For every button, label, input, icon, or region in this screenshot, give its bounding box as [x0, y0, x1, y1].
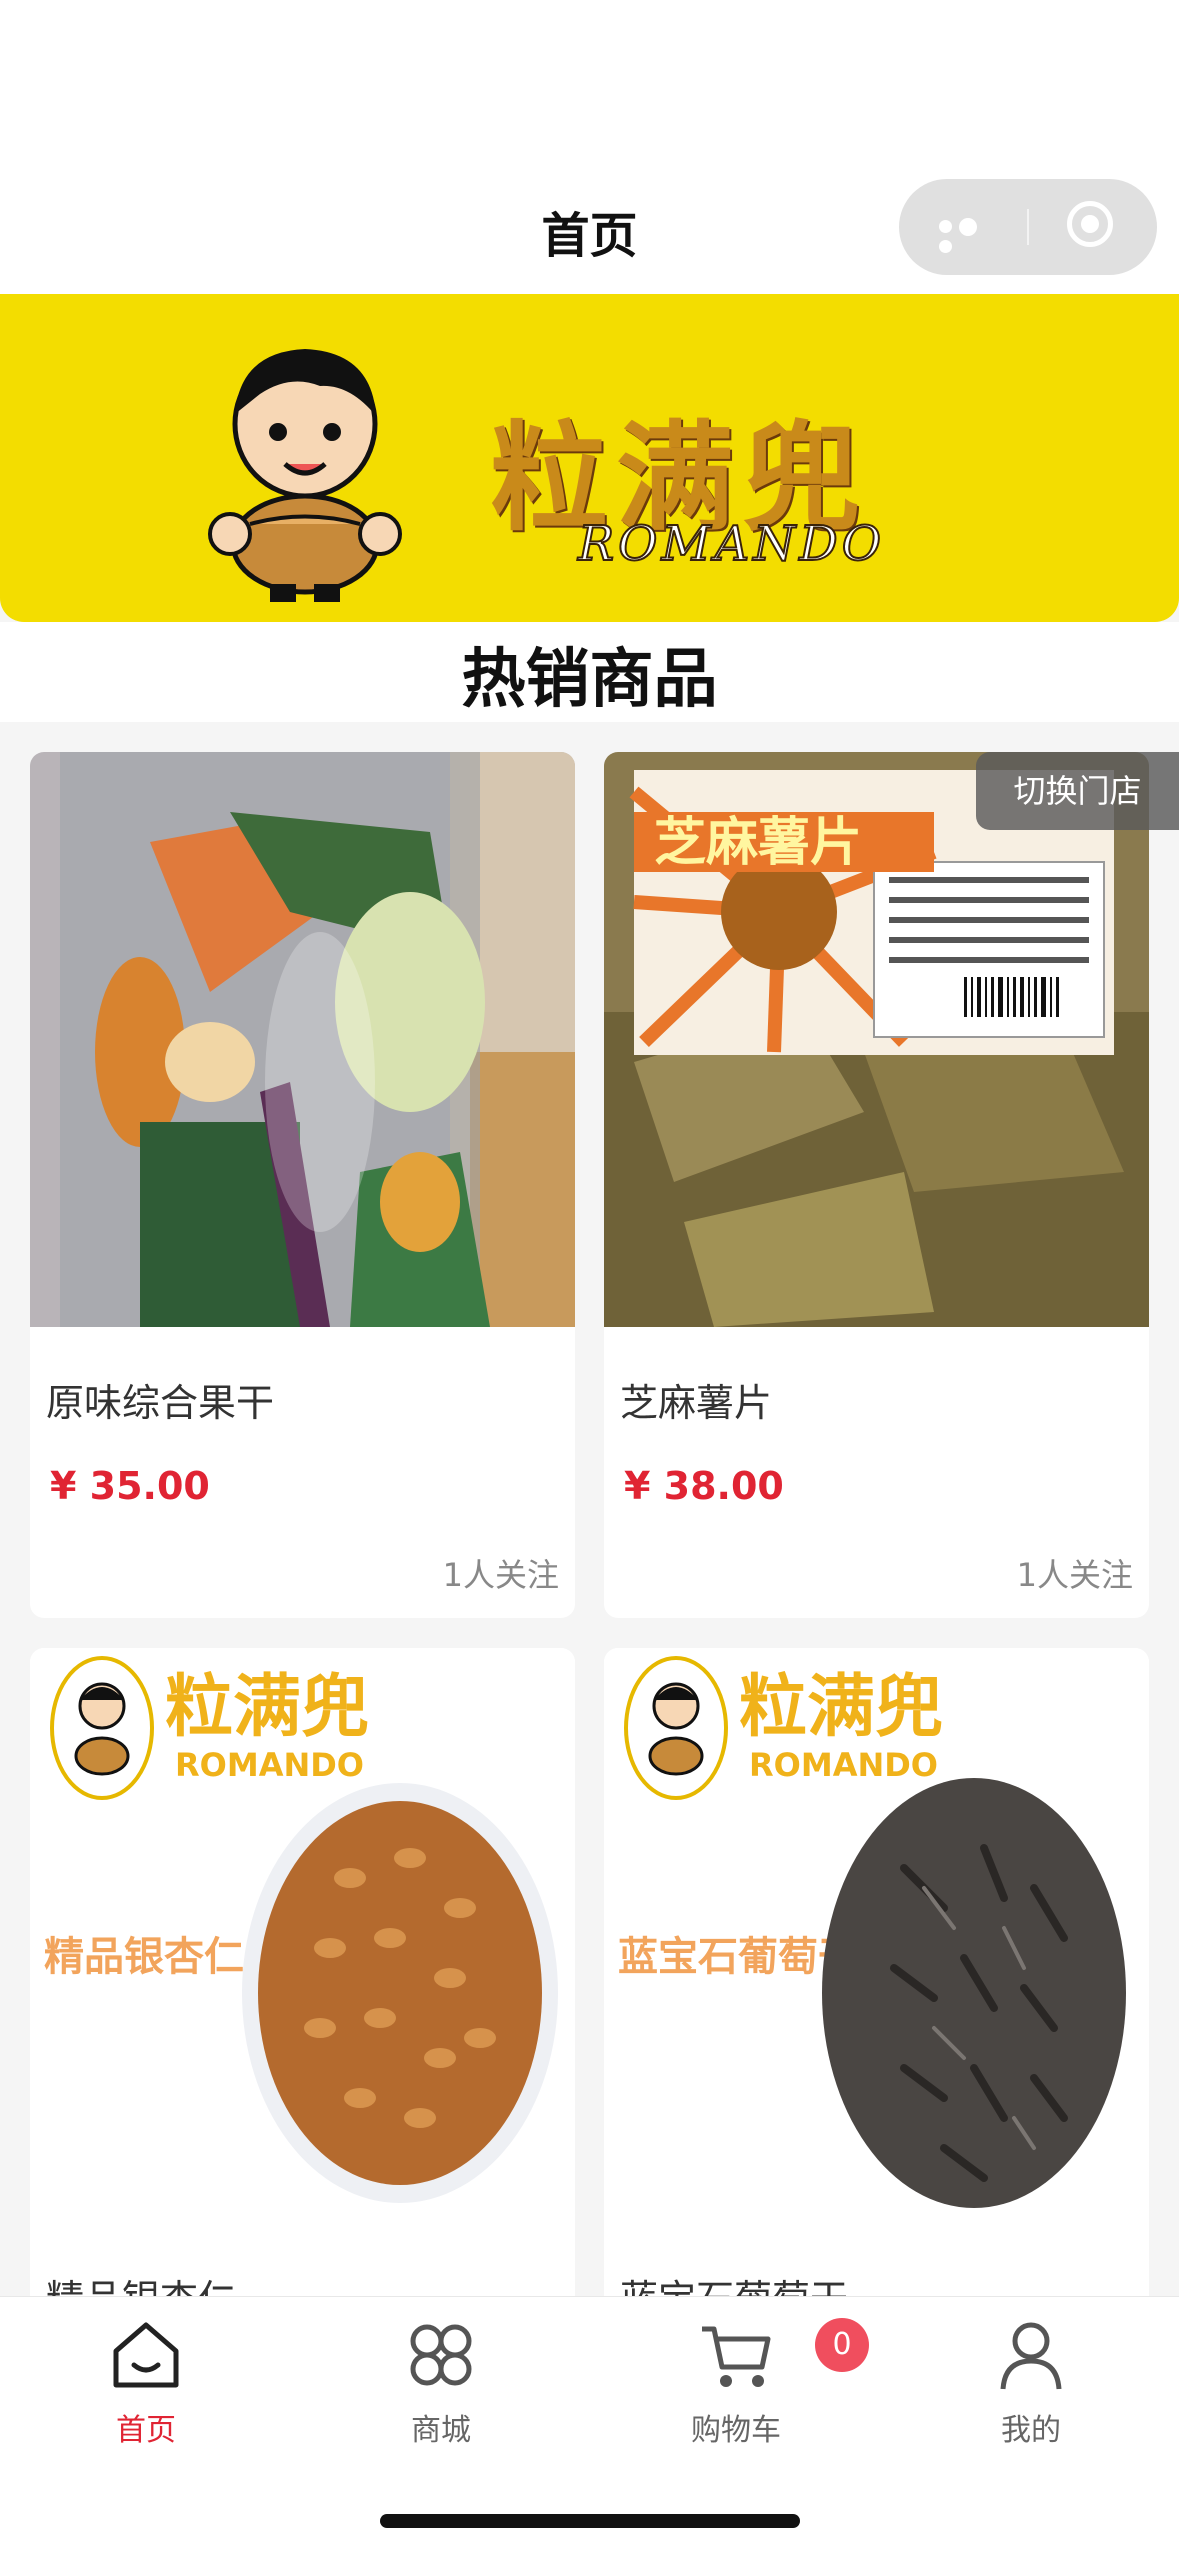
product-image [30, 752, 575, 1327]
product-image: 芝麻薯片 [604, 752, 1149, 1327]
tab-home[interactable]: 首页 [56, 2315, 236, 2465]
more-icon[interactable] [939, 216, 997, 253]
image-caption: 蓝宝石葡萄干 [618, 1934, 858, 1980]
package-text: 芝麻薯片 [654, 813, 862, 873]
product-followers: 1人关注 [442, 1556, 559, 1594]
tab-label: 购物车 [691, 2413, 781, 2448]
tab-mine[interactable]: 我的 [941, 2315, 1121, 2465]
product-name: 原味综合果干 [46, 1381, 275, 1425]
product-image: 粒满兜 ROMANDO 蓝宝石葡萄干 [604, 1648, 1149, 2223]
user-icon [1000, 2322, 1062, 2390]
mini-program-capsule[interactable] [899, 179, 1157, 275]
brand-banner[interactable]: 粒满兜 ROMANDO [0, 294, 1179, 622]
tab-label: 首页 [116, 2413, 176, 2448]
switch-store-button[interactable]: 切换门店 [976, 752, 1179, 830]
product-price: ¥ 38.00 [624, 1464, 784, 1508]
close-target-icon[interactable] [1067, 201, 1113, 247]
image-brand-latin: ROMANDO [175, 1746, 364, 1784]
brand-latin: ROMANDO [577, 515, 886, 573]
image-caption: 精品银杏仁 [44, 1934, 244, 1980]
image-brand-latin: ROMANDO [749, 1746, 938, 1784]
image-brand-text: 粒满兜 [165, 1667, 369, 1747]
cart-badge: 0 [815, 2318, 869, 2372]
home-icon [113, 2322, 179, 2388]
product-image: 粒满兜 ROMANDO 精品银杏仁 [30, 1648, 575, 2223]
tab-label: 商城 [411, 2413, 471, 2448]
tab-cart[interactable]: 购物车 [646, 2315, 826, 2465]
tab-mall[interactable]: 商城 [351, 2315, 531, 2465]
home-indicator [380, 2514, 800, 2528]
hot-products-header: 热销商品 [0, 622, 1179, 722]
nav-header: 首页 [0, 0, 1179, 294]
mascot-logo [208, 349, 402, 602]
cart-icon [702, 2326, 771, 2387]
product-card[interactable]: 芝麻薯片 芝麻薯片 ¥ 38.00 1人关注 [604, 752, 1149, 1618]
product-name: 芝麻薯片 [620, 1381, 773, 1425]
grid-icon [410, 2324, 472, 2386]
image-brand-text: 粒满兜 [739, 1667, 943, 1747]
capsule-divider [1027, 209, 1029, 245]
section-title: 热销商品 [461, 643, 718, 717]
product-card[interactable]: 原味综合果干 ¥ 35.00 1人关注 [30, 752, 575, 1618]
tab-label: 我的 [1001, 2413, 1061, 2448]
product-followers: 1人关注 [1016, 1556, 1133, 1594]
product-price: ¥ 35.00 [50, 1464, 210, 1508]
